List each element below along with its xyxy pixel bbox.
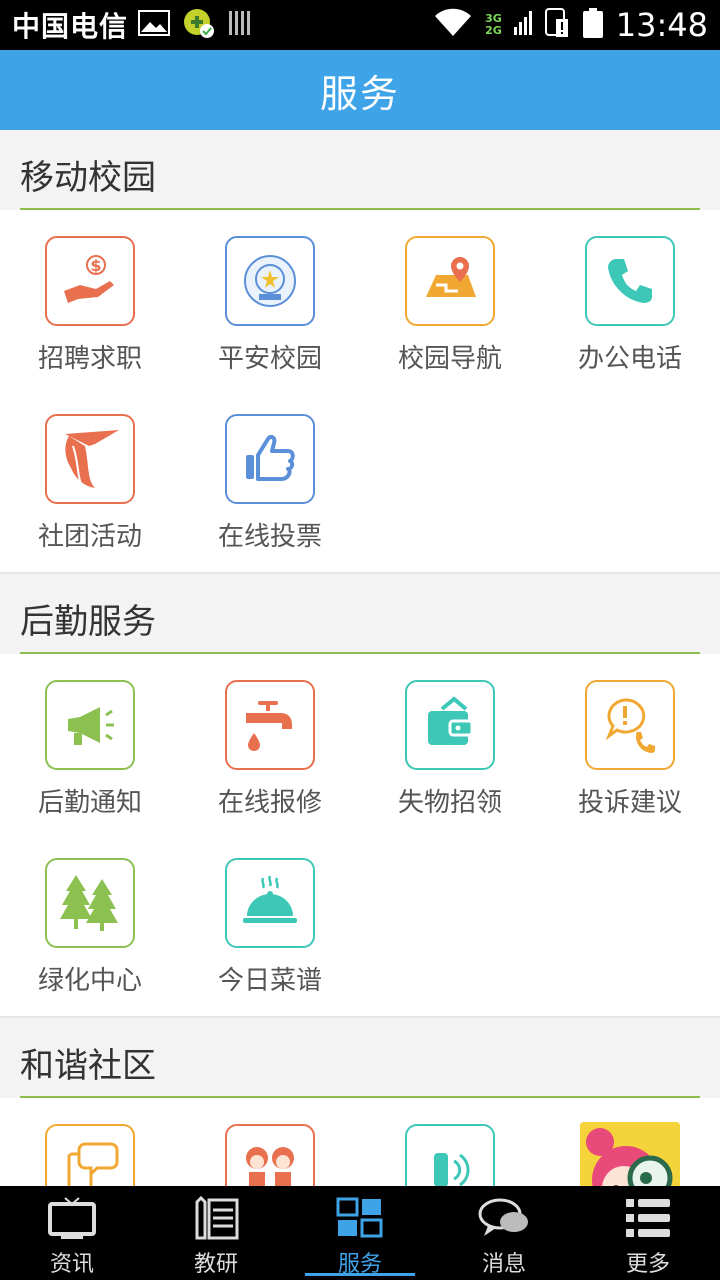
service-label: 投诉建议 bbox=[577, 788, 682, 818]
service-label: 后勤通知 bbox=[37, 788, 142, 818]
service-club-activities[interactable]: 社团活动 bbox=[0, 394, 180, 572]
service-online-voting[interactable]: 在线投票 bbox=[180, 394, 360, 572]
chat-phone-icon bbox=[45, 1124, 135, 1186]
service-label: 校园导航 bbox=[397, 344, 502, 374]
section-title: 移动校园 bbox=[20, 158, 156, 198]
nav-tab-news[interactable]: 资讯 bbox=[0, 1186, 144, 1280]
phone-icon bbox=[585, 236, 675, 326]
hand-money-icon: $ bbox=[45, 236, 135, 326]
nav-label: 教研 bbox=[193, 1252, 238, 1277]
app-notification-icon bbox=[182, 7, 216, 43]
grid-icon bbox=[335, 1196, 385, 1244]
status-bar: 中国电信 3G 2G 13:48 bbox=[0, 0, 720, 50]
nav-label: 服务 bbox=[337, 1252, 382, 1277]
sim-alert-icon bbox=[544, 7, 570, 43]
network-indicator: 3G 2G bbox=[485, 13, 502, 37]
tv-icon bbox=[47, 1196, 97, 1244]
service-office-phone[interactable]: 办公电话 bbox=[540, 216, 720, 394]
service-label: 失物招领 bbox=[397, 788, 502, 818]
service-greening-center[interactable]: 绿化中心 bbox=[0, 838, 180, 1016]
section-header-logistics: 后勤服务 bbox=[0, 574, 720, 654]
section-title: 后勤服务 bbox=[20, 602, 156, 642]
service-job-recruitment[interactable]: $ 招聘求职 bbox=[0, 216, 180, 394]
service-grid bbox=[0, 1098, 720, 1186]
service-community-avatar[interactable] bbox=[540, 1104, 720, 1186]
service-label: 绿化中心 bbox=[37, 966, 142, 996]
food-cloche-icon bbox=[225, 858, 315, 948]
wallet-icon bbox=[405, 680, 495, 770]
nav-tab-messages[interactable]: 消息 bbox=[432, 1186, 576, 1280]
clock: 13:48 bbox=[615, 6, 708, 44]
complaint-phone-icon bbox=[585, 680, 675, 770]
section-divider bbox=[20, 1096, 700, 1098]
svg-text:$: $ bbox=[90, 256, 101, 275]
service-label: 办公电话 bbox=[577, 344, 682, 374]
service-lost-found[interactable]: 失物招领 bbox=[360, 660, 540, 838]
section-header-mobile-campus: 移动校园 bbox=[0, 130, 720, 210]
image-icon bbox=[138, 10, 171, 40]
list-icon bbox=[623, 1196, 673, 1244]
battery-icon bbox=[582, 7, 604, 43]
service-grid: $ 招聘求职 平安校园 校园导航 办公电话 社团活动 在线投票 bbox=[0, 210, 720, 572]
carrier-name: 中国电信 bbox=[12, 10, 129, 43]
service-label: 社团活动 bbox=[37, 522, 142, 552]
service-community-couple[interactable] bbox=[180, 1104, 360, 1186]
wifi-icon bbox=[433, 8, 473, 42]
thumbs-up-icon bbox=[225, 414, 315, 504]
phone-call-icon bbox=[405, 1124, 495, 1186]
signal-icon bbox=[513, 9, 532, 41]
service-label: 招聘求职 bbox=[37, 344, 142, 374]
nav-tab-teaching[interactable]: 教研 bbox=[144, 1186, 288, 1280]
chat-bubble-icon bbox=[476, 1196, 532, 1244]
service-safe-campus[interactable]: 平安校园 bbox=[180, 216, 360, 394]
police-badge-icon bbox=[225, 236, 315, 326]
service-label: 平安校园 bbox=[217, 344, 322, 374]
title-bar: 服务 bbox=[0, 50, 720, 130]
service-online-repair[interactable]: 在线报修 bbox=[180, 660, 360, 838]
service-logistics-notice[interactable]: 后勤通知 bbox=[0, 660, 180, 838]
couple-icon bbox=[225, 1124, 315, 1186]
services-content[interactable]: 移动校园 $ 招聘求职 平安校园 校园导航 办公电话 社团活动 在线投票 后勤服… bbox=[0, 130, 720, 1186]
flag-scarf-icon bbox=[45, 414, 135, 504]
nav-label: 更多 bbox=[625, 1252, 670, 1277]
nav-tab-services[interactable]: 服务 bbox=[288, 1186, 432, 1280]
section-divider bbox=[20, 652, 700, 654]
section-divider bbox=[20, 208, 700, 210]
service-community-phone[interactable] bbox=[360, 1104, 540, 1186]
network-2g-label: 2G bbox=[485, 24, 502, 37]
map-pin-icon bbox=[405, 236, 495, 326]
nav-label: 资讯 bbox=[49, 1252, 94, 1277]
service-label: 今日菜谱 bbox=[217, 966, 322, 996]
section-title: 和谐社区 bbox=[20, 1046, 156, 1086]
service-campus-navigation[interactable]: 校园导航 bbox=[360, 216, 540, 394]
page-title: 服务 bbox=[319, 71, 400, 116]
bottom-navigation: 资讯 教研 服务 消息 更多 bbox=[0, 1186, 720, 1280]
section-header-harmony-community: 和谐社区 bbox=[0, 1018, 720, 1098]
megaphone-icon bbox=[45, 680, 135, 770]
service-label: 在线投票 bbox=[217, 522, 322, 552]
nav-label: 消息 bbox=[481, 1252, 526, 1277]
barcode-icon bbox=[228, 9, 254, 41]
nav-tab-more[interactable]: 更多 bbox=[576, 1186, 720, 1280]
trees-icon bbox=[45, 858, 135, 948]
notebook-icon bbox=[191, 1195, 241, 1244]
service-today-menu[interactable]: 今日菜谱 bbox=[180, 838, 360, 1016]
faucet-icon bbox=[225, 680, 315, 770]
service-community-chat[interactable] bbox=[0, 1104, 180, 1186]
service-grid: 后勤通知 在线报修 失物招领 投诉建议 绿化中心 今日菜谱 bbox=[0, 654, 720, 1016]
cartoon-avatar-icon bbox=[580, 1122, 680, 1186]
service-complaints[interactable]: 投诉建议 bbox=[540, 660, 720, 838]
service-label: 在线报修 bbox=[217, 788, 322, 818]
